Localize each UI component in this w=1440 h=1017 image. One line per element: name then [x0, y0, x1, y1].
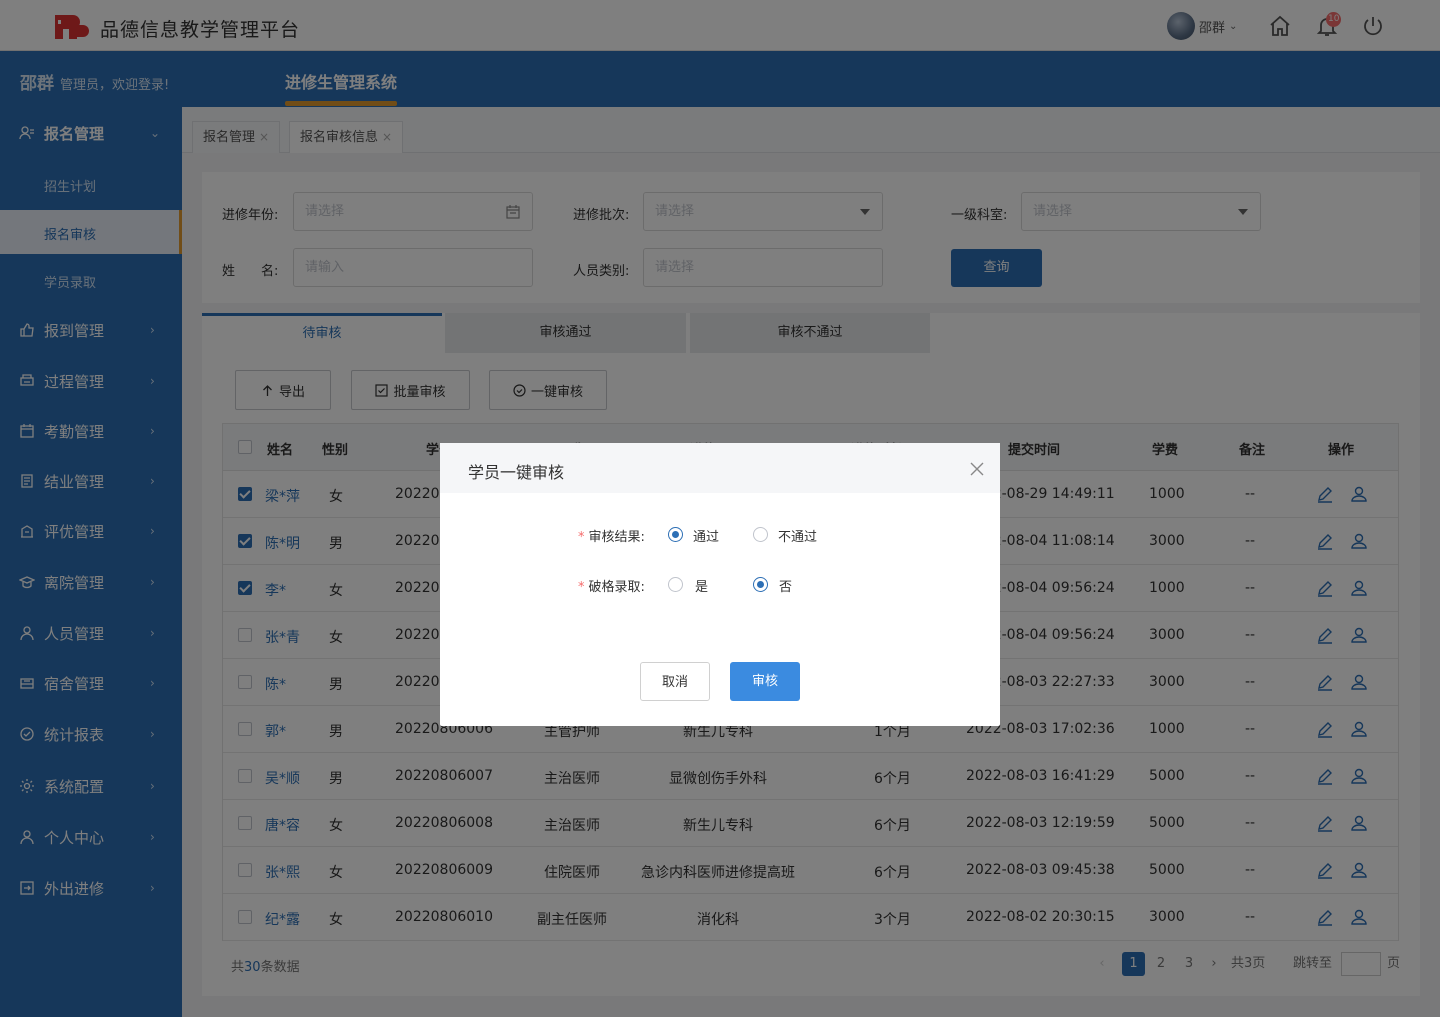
result-fail-label[interactable]: 不通过 — [778, 526, 817, 545]
dialog-header: 学员一键审核 — [440, 443, 1000, 493]
exception-yes-radio[interactable] — [668, 577, 683, 592]
required-mark: * — [578, 580, 585, 595]
exception-no-radio[interactable] — [753, 577, 768, 592]
required-mark: * — [578, 530, 585, 545]
confirm-review-button[interactable]: 审核 — [730, 662, 800, 701]
close-icon[interactable] — [970, 462, 984, 476]
cancel-button[interactable]: 取消 — [640, 662, 710, 701]
result-label: * 审核结果: — [578, 526, 645, 545]
result-pass-label[interactable]: 通过 — [693, 526, 719, 545]
result-pass-radio[interactable] — [668, 527, 683, 542]
result-label-text: 审核结果: — [588, 530, 645, 545]
one-click-review-dialog: 学员一键审核 * 审核结果: 通过 不通过 * 破格录取: 是 否 取消 审核 — [440, 443, 1000, 726]
dialog-title: 学员一键审核 — [468, 463, 565, 482]
exception-label: * 破格录取: — [578, 576, 645, 595]
result-fail-radio[interactable] — [753, 527, 768, 542]
exception-yes-label[interactable]: 是 — [695, 576, 708, 595]
exception-no-label[interactable]: 否 — [779, 576, 792, 595]
exception-label-text: 破格录取: — [588, 580, 645, 595]
